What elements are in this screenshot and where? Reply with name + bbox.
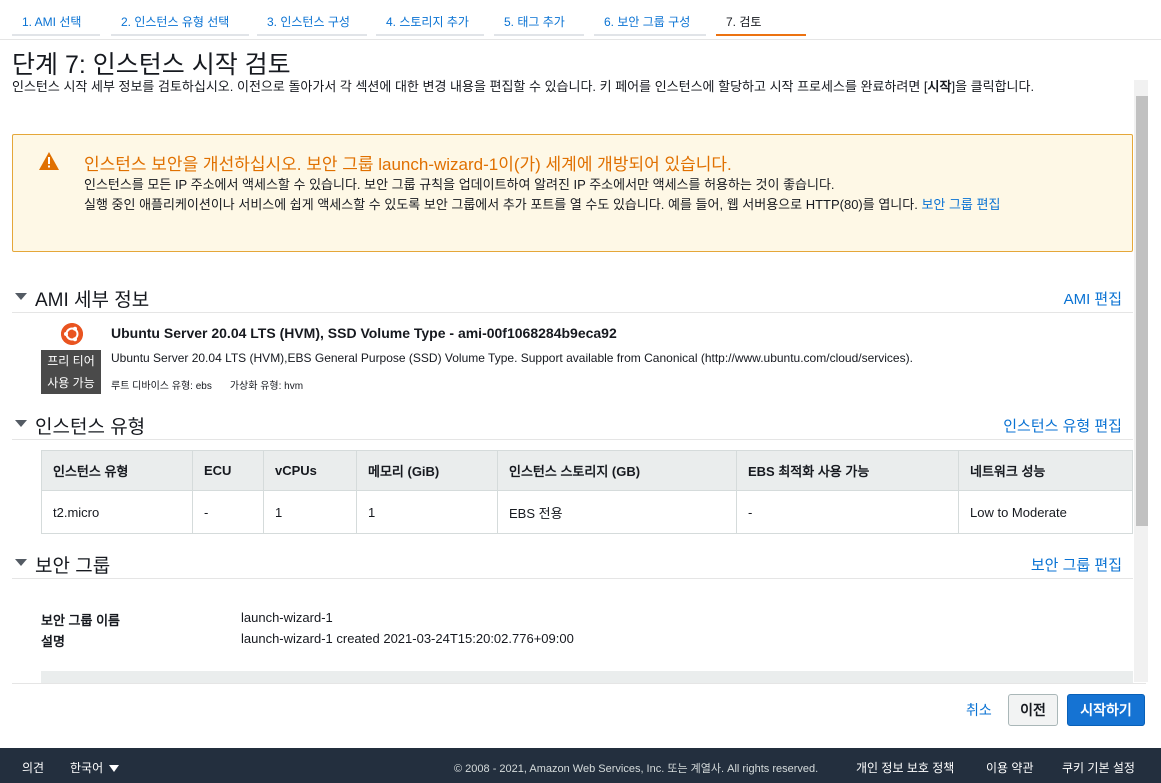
column-header: 인스턴스 유형 <box>41 450 193 491</box>
table-cell: EBS 전용 <box>497 490 737 534</box>
sg-name-value: launch-wizard-1 <box>241 610 333 625</box>
caret-down-icon <box>109 765 120 773</box>
warning-title: 인스턴스 보안을 개선하십시오. 보안 그룹 launch-wizard-1이(… <box>84 155 732 174</box>
table-cell: t2.micro <box>41 490 193 534</box>
edit-security-group-link[interactable]: 보안 그룹 편집 <box>1031 554 1122 575</box>
root-device-type: 루트 디바이스 유형: ebs <box>111 381 212 392</box>
column-header: 인스턴스 스토리지 (GB) <box>497 450 737 491</box>
tab-label: 2. 인스턴스 유형 선택 <box>121 15 230 29</box>
tab-label: 5. 태그 추가 <box>504 15 565 29</box>
ubuntu-logo-icon <box>61 323 83 345</box>
column-header: 네트워크 성능 <box>958 450 1133 491</box>
language-label: 한국어 <box>70 761 104 775</box>
security-warning: 인스턴스 보안을 개선하십시오. 보안 그룹 launch-wizard-1이(… <box>12 134 1133 252</box>
edit-security-group-link[interactable]: 보안 그룹 편집 <box>921 197 1000 212</box>
ami-meta: 루트 디바이스 유형: ebs 가상화 유형: hvm <box>111 377 303 392</box>
tab-add-tags[interactable]: 5. 태그 추가 <box>494 10 584 36</box>
feedback-link[interactable]: 의견 <box>22 759 44 776</box>
tab-instance-type[interactable]: 2. 인스턴스 유형 선택 <box>111 10 249 36</box>
badge-text: 사용 가능 <box>47 376 95 390</box>
instance-type-section-header[interactable]: 인스턴스 유형 인스턴스 유형 편집 <box>12 410 1133 440</box>
edit-ami-link[interactable]: AMI 편집 <box>1064 288 1122 309</box>
table-row: t2.micro - 1 1 EBS 전용 - Low to Moderate <box>41 490 1133 534</box>
table-cell: 1 <box>356 490 498 534</box>
warning-line: 실행 중인 애플리케이션이나 서비스에 쉽게 액세스할 수 있도록 보안 그룹에… <box>84 195 1114 215</box>
caret-down-icon[interactable] <box>15 420 27 427</box>
footer: 의견 한국어 © 2008 - 2021, Amazon Web Service… <box>0 748 1161 783</box>
table-cell: Low to Moderate <box>958 490 1133 534</box>
security-group-section-header[interactable]: 보안 그룹 보안 그룹 편집 <box>12 549 1133 579</box>
scrollbar-thumb[interactable] <box>1136 96 1148 526</box>
column-header: EBS 최적화 사용 가능 <box>736 450 959 491</box>
tab-security-group[interactable]: 6. 보안 그룹 구성 <box>594 10 706 36</box>
tab-label: 4. 스토리지 추가 <box>386 15 469 29</box>
tab-label: 7. 검토 <box>726 15 762 29</box>
table-cell: 1 <box>263 490 357 534</box>
section-title: 인스턴스 유형 <box>35 417 146 438</box>
warning-icon <box>39 152 59 170</box>
section-title: 보안 그룹 <box>35 556 111 577</box>
tab-label: 6. 보안 그룹 구성 <box>604 15 691 29</box>
table-header-strip <box>41 671 1133 683</box>
tab-label: 1. AMI 선택 <box>22 15 82 29</box>
launch-button[interactable]: 시작하기 <box>1067 694 1145 726</box>
tab-add-storage[interactable]: 4. 스토리지 추가 <box>376 10 484 36</box>
table-cell: - <box>192 490 264 534</box>
copyright-text: © 2008 - 2021, Amazon Web Services, Inc.… <box>454 763 819 775</box>
previous-button[interactable]: 이전 <box>1008 694 1058 726</box>
ami-description: Ubuntu Server 20.04 LTS (HVM),EBS Genera… <box>111 351 913 365</box>
caret-down-icon[interactable] <box>15 293 27 300</box>
sg-name-label: 보안 그룹 이름 <box>41 613 120 628</box>
column-header: 메모리 (GiB) <box>356 450 498 491</box>
free-tier-badge: 프리 티어 사용 가능 <box>41 350 101 394</box>
instance-type-table: 인스턴스 유형 ECU vCPUs 메모리 (GiB) 인스턴스 스토리지 (G… <box>41 450 1133 534</box>
tab-review[interactable]: 7. 검토 <box>716 10 806 36</box>
cookie-preferences-link[interactable]: 쿠키 기본 설정 <box>1062 759 1135 776</box>
tab-ami-select[interactable]: 1. AMI 선택 <box>12 10 100 36</box>
cancel-button[interactable]: 취소 <box>960 696 998 724</box>
language-selector[interactable]: 한국어 <box>70 759 120 776</box>
edit-instance-type-link[interactable]: 인스턴스 유형 편집 <box>1003 415 1122 436</box>
desc-text: 인스턴스 시작 세부 정보를 검토하십시오. 이전으로 돌아가서 각 섹션에 대… <box>12 79 928 94</box>
sg-desc-label: 설명 <box>41 634 65 649</box>
column-header: ECU <box>192 450 264 491</box>
terms-link[interactable]: 이용 약관 <box>986 759 1034 776</box>
column-header: vCPUs <box>263 450 357 491</box>
sg-desc-value: launch-wizard-1 created 2021-03-24T15:20… <box>241 631 574 646</box>
wizard-steps: 1. AMI 선택 2. 인스턴스 유형 선택 3. 인스턴스 구성 4. 스토… <box>0 0 1161 40</box>
desc-text: ]을 클릭합니다. <box>951 79 1035 94</box>
tab-label: 3. 인스턴스 구성 <box>267 15 350 29</box>
warning-line: 인스턴스를 모든 IP 주소에서 액세스할 수 있습니다. 보안 그룹 규칙을 … <box>84 177 835 192</box>
ami-section-header[interactable]: AMI 세부 정보 AMI 편집 <box>12 283 1133 313</box>
badge-text: 프리 티어 <box>47 354 95 368</box>
page-title: 단계 7: 인스턴스 시작 검토 <box>12 51 291 79</box>
page-description: 인스턴스 시작 세부 정보를 검토하십시오. 이전으로 돌아가서 각 섹션에 대… <box>12 77 1122 97</box>
virtualization-type: 가상화 유형: hvm <box>229 381 304 392</box>
table-cell: - <box>736 490 959 534</box>
divider <box>12 683 1146 684</box>
warning-text: 실행 중인 애플리케이션이나 서비스에 쉽게 액세스할 수 있도록 보안 그룹에… <box>84 197 918 212</box>
privacy-policy-link[interactable]: 개인 정보 보호 정책 <box>856 759 954 776</box>
ami-name: Ubuntu Server 20.04 LTS (HVM), SSD Volum… <box>111 325 617 341</box>
table-header-row: 인스턴스 유형 ECU vCPUs 메모리 (GiB) 인스턴스 스토리지 (G… <box>41 450 1133 491</box>
section-title: AMI 세부 정보 <box>35 290 150 311</box>
caret-down-icon[interactable] <box>15 559 27 566</box>
desc-bold: 시작 <box>927 79 952 94</box>
tab-configure-instance[interactable]: 3. 인스턴스 구성 <box>257 10 367 36</box>
